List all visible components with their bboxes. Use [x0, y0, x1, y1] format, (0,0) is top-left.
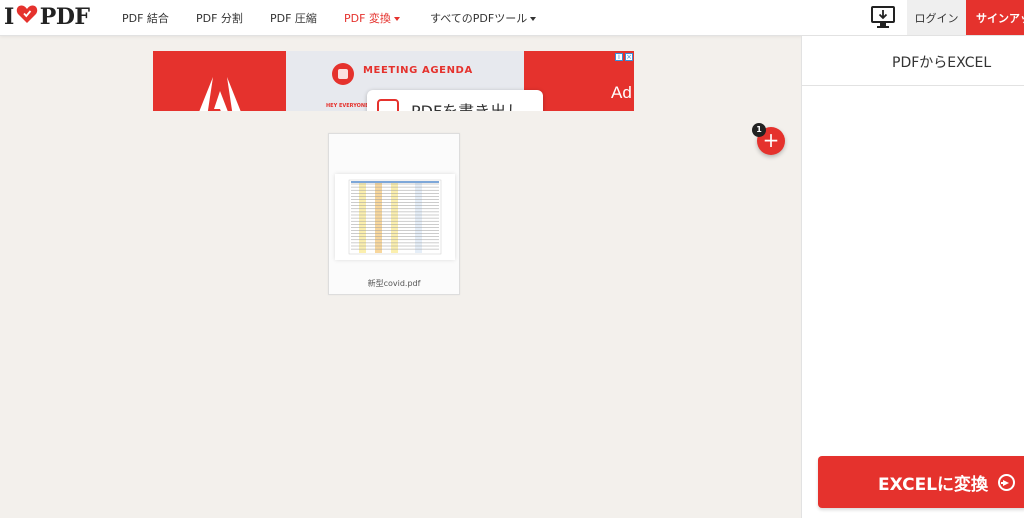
adobe-logo-icon: [197, 77, 243, 111]
ad-popup-text: PDFを書き出し: [411, 98, 522, 111]
file-card[interactable]: 新型covid.pdf: [328, 133, 460, 295]
nav-merge-pdf[interactable]: PDF 結合: [122, 10, 169, 26]
pdf-export-icon: [377, 99, 399, 111]
ad-small-text: HEY EVERYONE: [326, 103, 369, 109]
file-count-badge: 1: [752, 123, 766, 137]
login-label: ログイン: [914, 11, 959, 25]
info-icon[interactable]: i: [615, 53, 623, 61]
chevron-down-icon: [393, 17, 400, 21]
ad-brand-text: Ad: [611, 83, 632, 102]
close-icon[interactable]: ×: [625, 53, 633, 61]
nav-compress-label: PDF 圧縮: [270, 12, 317, 25]
logo-prefix: I: [4, 4, 14, 30]
sidebar: PDFからEXCEL EXCELに変換: [801, 36, 1024, 518]
nav-convert-pdf[interactable]: PDF 変換: [344, 10, 400, 26]
nav-split-pdf[interactable]: PDF 分割: [196, 10, 243, 26]
nav-convert-label: PDF 変換: [344, 12, 391, 25]
convert-label: EXCELに変換: [878, 474, 989, 495]
nav-merge-label: PDF 結合: [122, 12, 169, 25]
login-button[interactable]: ログイン: [907, 0, 966, 35]
signup-label: サインアップ: [976, 11, 1024, 25]
desktop-download-icon[interactable]: [870, 4, 896, 30]
signup-button[interactable]: サインアップ: [966, 0, 1024, 35]
ad-choices[interactable]: i ×: [615, 53, 633, 63]
ilovepdf-logo[interactable]: I PDF: [4, 4, 90, 30]
heart-icon: [16, 4, 38, 30]
top-header: I PDF PDF 結合 PDF 分割 PDF 圧縮 PDF 変換 すべてのPD…: [0, 0, 1024, 36]
document-icon: [332, 63, 354, 85]
nav-compress-pdf[interactable]: PDF 圧縮: [270, 10, 317, 26]
ad-popup: PDFを書き出し: [367, 90, 543, 111]
nav-all-tools[interactable]: すべてのPDFツール: [430, 10, 537, 26]
arrow-right-circle-icon: [998, 473, 1016, 491]
sidebar-title: PDFからEXCEL: [892, 55, 992, 71]
file-name: 新型covid.pdf: [367, 279, 421, 288]
ad-agenda-text: MEETING AGENDA: [363, 65, 473, 76]
ad-banner[interactable]: MEETING AGENDA HEY EVERYONE Ad PDFを書き出し …: [153, 51, 634, 111]
convert-to-excel-button[interactable]: EXCELに変換: [818, 456, 1024, 508]
nav-split-label: PDF 分割: [196, 12, 243, 25]
sidebar-divider: [802, 85, 1024, 86]
logo-suffix: PDF: [39, 4, 90, 30]
file-thumbnail: [335, 174, 455, 260]
chevron-down-icon: [530, 17, 537, 21]
nav-all-tools-label: すべてのPDFツール: [430, 12, 528, 25]
